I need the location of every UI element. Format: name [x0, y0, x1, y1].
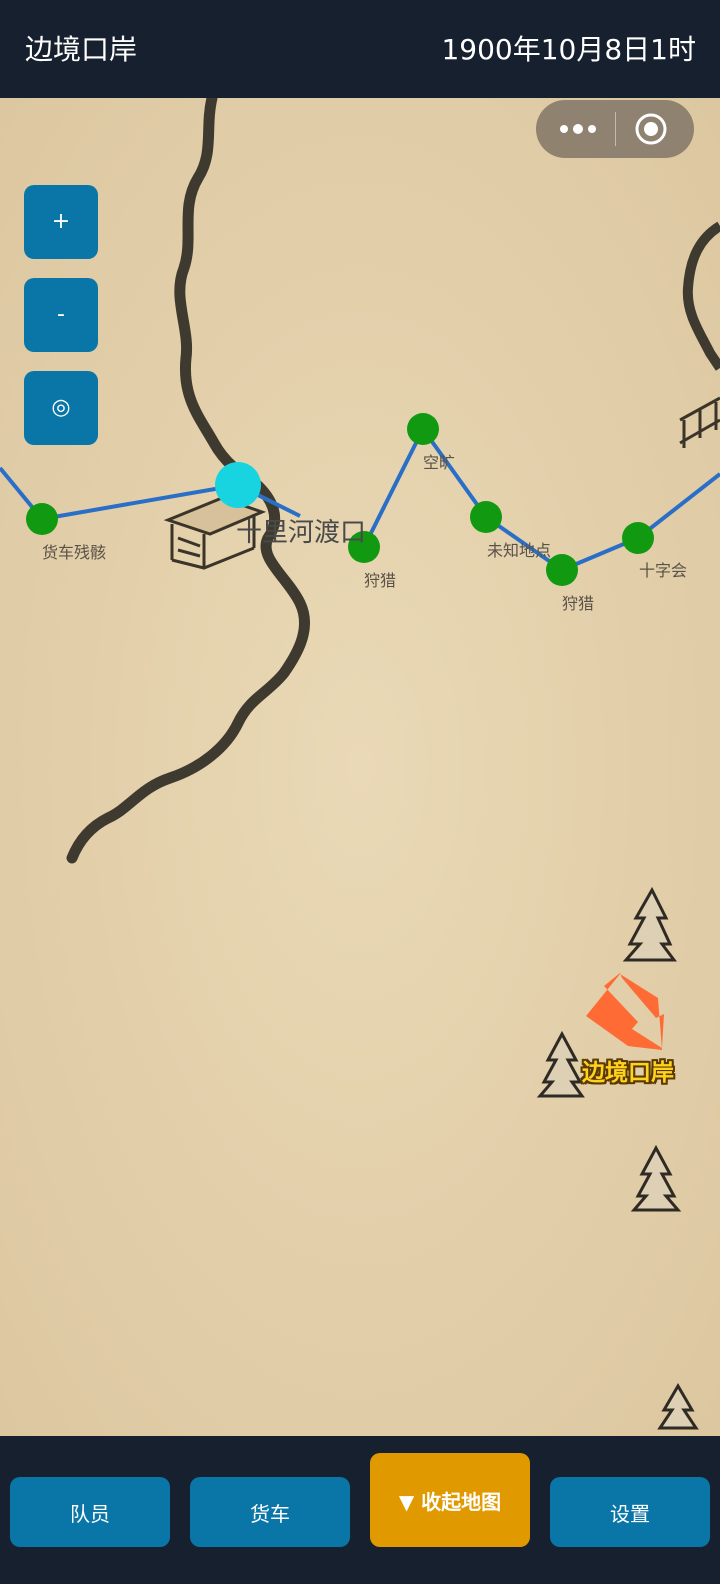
current-location-label: 十里河渡口 — [236, 518, 367, 548]
map-node-wreck — [26, 503, 58, 535]
bottom-nav: 队员 货车 ▼ 收起地图 设置 — [0, 1436, 720, 1584]
collapse-map-button[interactable]: ▼ 收起地图 — [370, 1453, 530, 1547]
truck-button[interactable]: 货车 — [190, 1477, 350, 1547]
crew-button[interactable]: 队员 — [10, 1477, 170, 1547]
destination-label[interactable]: 边境口岸 — [582, 1053, 674, 1087]
world-map[interactable]: + - ◎ 货车残骸 狩猎 空旷 未知地点 狩猎 十字会 十里河渡口 边境口岸 — [0, 98, 720, 1436]
node-label-wreck: 货车残骸 — [42, 543, 107, 562]
zoom-out-button[interactable]: - — [24, 278, 98, 352]
node-label-cross: 十字会 — [639, 561, 688, 580]
map-node-unknown — [470, 501, 502, 533]
zoom-in-button[interactable]: + — [24, 185, 98, 259]
top-bar: 边境口岸 1900年10月8日1时 — [0, 0, 720, 98]
locate-button[interactable]: ◎ — [24, 371, 98, 445]
close-target-icon[interactable] — [634, 112, 668, 146]
map-node-empty — [407, 413, 439, 445]
capsule-divider — [615, 112, 616, 146]
node-label-hunt1: 狩猎 — [364, 571, 397, 590]
current-location-marker — [215, 462, 261, 508]
map-node-cross — [622, 522, 654, 554]
settings-button[interactable]: 设置 — [550, 1477, 710, 1547]
node-label-unknown: 未知地点 — [487, 541, 552, 560]
node-label-empty: 空旷 — [423, 453, 456, 472]
mini-program-capsule — [536, 100, 694, 158]
map-canvas — [0, 98, 720, 1436]
page-title: 边境口岸 — [25, 33, 138, 66]
parchment-background — [0, 98, 720, 1436]
node-label-hunt2: 狩猎 — [562, 594, 595, 613]
more-icon[interactable] — [558, 119, 598, 139]
game-datetime: 1900年10月8日1时 — [441, 33, 696, 66]
